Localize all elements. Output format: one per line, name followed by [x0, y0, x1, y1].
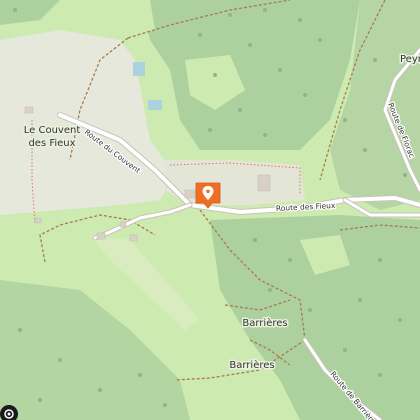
place-label-barrieres-1: Barrières: [242, 317, 287, 329]
map-canvas[interactable]: Le Couvent des Fieux Peyr Barrières Barr…: [0, 0, 420, 420]
building: [34, 217, 42, 224]
map-view[interactable]: Le Couvent des Fieux Peyr Barrières Barr…: [0, 0, 420, 420]
building: [257, 174, 271, 192]
building: [184, 189, 196, 199]
water-pond-1: [133, 62, 145, 76]
building: [96, 232, 106, 240]
place-label-peyr: Peyr: [400, 54, 420, 65]
place-label-couvent-2: des Fieux: [28, 138, 75, 149]
building: [119, 221, 127, 228]
place-label-barrieres-2: Barrières: [229, 359, 274, 371]
building: [24, 106, 34, 114]
building: [129, 234, 138, 242]
place-label-couvent-1: Le Couvent: [24, 125, 81, 136]
water-pond-2: [148, 100, 162, 110]
